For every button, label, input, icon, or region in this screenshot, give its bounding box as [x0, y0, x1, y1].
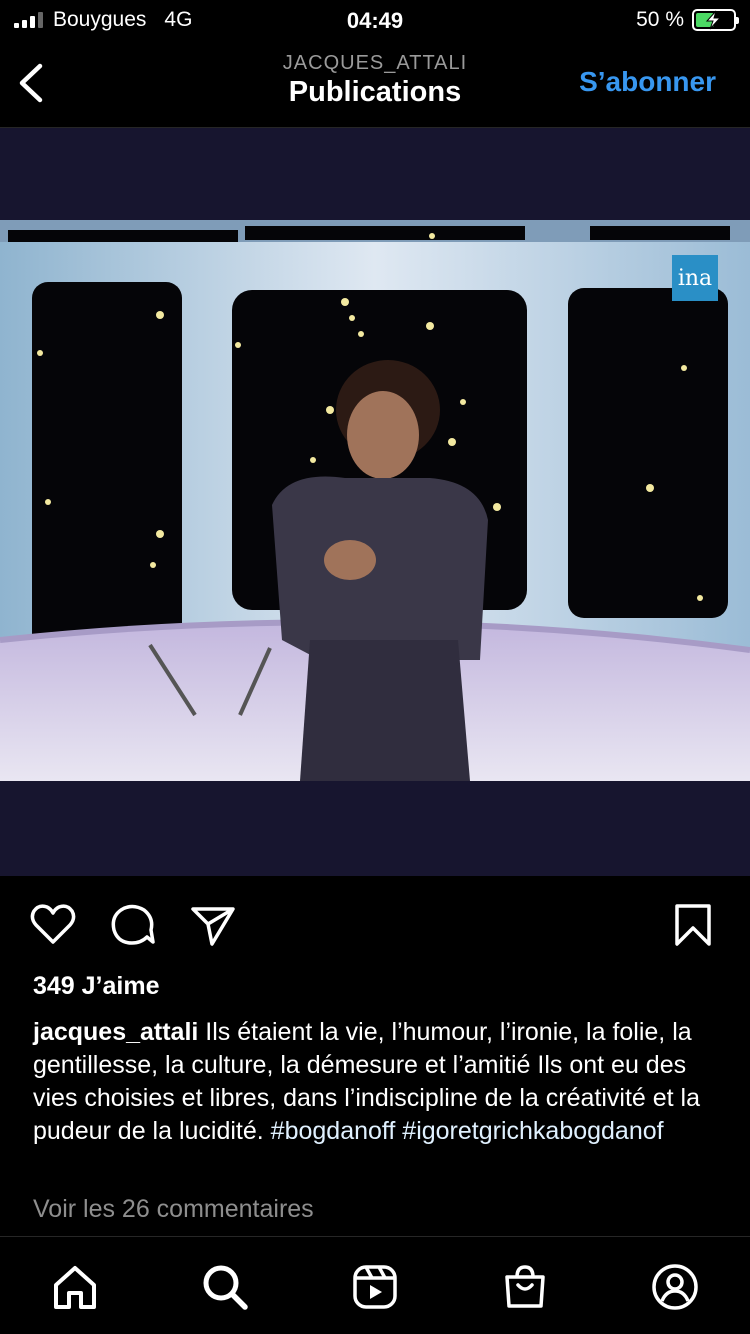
- battery-percent: 50 %: [636, 8, 684, 31]
- bottom-nav: [0, 1236, 750, 1334]
- likes-count[interactable]: 349 J’aime: [33, 972, 160, 1001]
- share-icon[interactable]: [188, 900, 238, 950]
- subscribe-button[interactable]: S’abonner: [579, 66, 716, 98]
- charging-bolt-icon: [705, 10, 722, 30]
- video-scene-image: [0, 220, 750, 781]
- bookmark-icon[interactable]: [668, 900, 718, 950]
- reels-icon[interactable]: [349, 1261, 401, 1313]
- comment-icon[interactable]: [108, 900, 158, 950]
- profile-icon[interactable]: [649, 1261, 701, 1313]
- post-caption: jacques_attali Ils étaient la vie, l’hum…: [33, 1016, 723, 1148]
- post-media[interactable]: ina: [0, 128, 750, 876]
- search-icon[interactable]: [199, 1261, 251, 1313]
- ina-watermark: ina: [672, 255, 718, 301]
- shop-icon[interactable]: [499, 1261, 551, 1313]
- status-right: 50 %: [636, 8, 739, 32]
- view-comments-link[interactable]: Voir les 26 commentaires: [33, 1195, 314, 1224]
- home-icon[interactable]: [49, 1261, 101, 1313]
- caption-username[interactable]: jacques_attali: [33, 1018, 198, 1046]
- video-frame[interactable]: ina: [0, 220, 750, 781]
- caption-hashtags[interactable]: #bogdanoff #igoretgrichkabogdanof: [271, 1117, 664, 1145]
- heart-icon[interactable]: [28, 900, 78, 950]
- header: JACQUES_ATTALI Publications S’abonner: [0, 44, 750, 128]
- post-actions: [0, 896, 750, 956]
- status-bar: Bouygues 4G 04:49 50 %: [0, 0, 750, 44]
- battery-icon: [692, 9, 739, 31]
